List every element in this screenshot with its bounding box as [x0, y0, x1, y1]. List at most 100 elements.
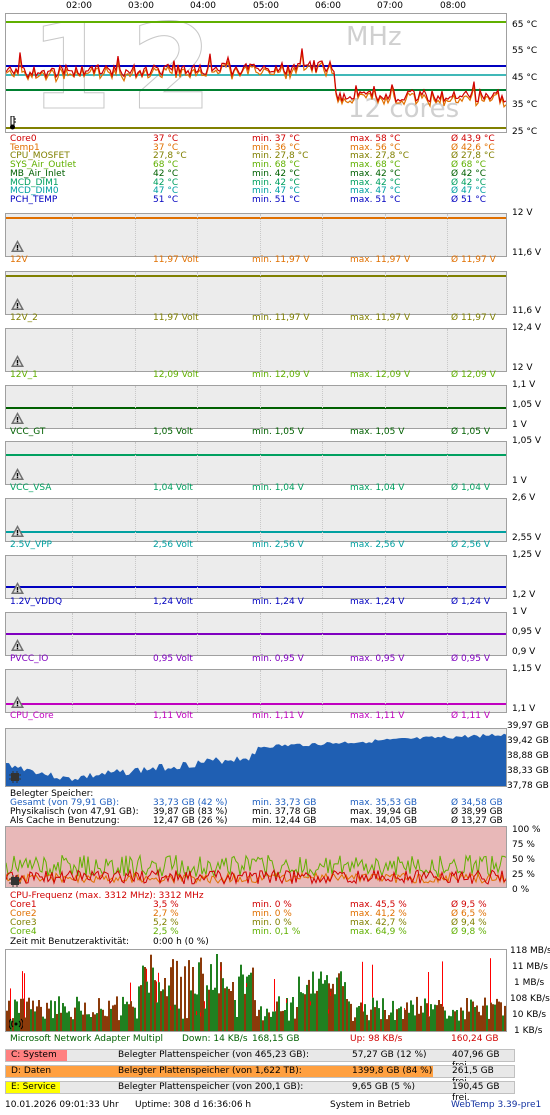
current-value: 1,24 Volt	[153, 597, 193, 607]
y-label: 25 °C	[512, 127, 538, 137]
current-value: 1,11 Volt	[153, 711, 193, 721]
max-value: max. 12,09 V	[350, 370, 411, 380]
status-uptime: Uptime: 308 d 16:36:06 h	[135, 1100, 252, 1110]
max-value: max. 64,9 %	[350, 927, 407, 937]
y-label-mid: 0,95 V	[512, 627, 542, 637]
min-value: min. 1,24 V	[252, 597, 304, 607]
voltage-graph-12v-2	[5, 271, 507, 315]
temperature-graph: 12 MHz 12 cores	[5, 13, 507, 133]
y-label: 11 MB/s	[512, 962, 548, 972]
max-value: max. 1,11 V	[350, 711, 405, 721]
drive-label: E: Service	[7, 1082, 60, 1093]
status-version[interactable]: WebTemp 3.39-pre1	[451, 1100, 541, 1110]
max-value: max. 1,05 V	[350, 427, 405, 437]
voltage-graph-12v	[5, 213, 507, 257]
y-label-top: 1,25 V	[512, 550, 542, 560]
y-label: 38,33 GB	[507, 766, 549, 776]
current-value: 0,95 Volt	[153, 654, 193, 664]
voltage-graph-2-5v-vpp	[5, 498, 507, 542]
current-value: 12,47 GB (26 %)	[153, 816, 228, 826]
min-value: min. 0,95 V	[252, 654, 304, 664]
time-label: 05:00	[253, 1, 279, 11]
warning-icon	[11, 412, 24, 424]
min-value: min. 2,56 V	[252, 540, 304, 550]
min-value: min. 1,04 V	[252, 483, 304, 493]
y-label: 75 %	[512, 840, 535, 850]
current-value: 2,5 %	[153, 927, 179, 937]
y-label-bottom: 11,6 V	[512, 248, 542, 258]
time-label: 06:00	[315, 1, 341, 11]
max-value: max. 2,56 V	[350, 540, 405, 550]
y-label-bottom: 1 V	[512, 476, 527, 486]
sensor-name: 2.5V_VPP	[10, 540, 52, 550]
min-value: min. 1,11 V	[252, 711, 304, 721]
y-label: 1 MB/s	[514, 978, 545, 988]
avg-value: Ø 1,04 V	[451, 483, 491, 493]
warning-icon	[11, 696, 24, 708]
memory-chip-icon	[9, 771, 21, 783]
sensor-name: 12V	[10, 255, 28, 265]
y-label: 35 °C	[512, 100, 538, 110]
memory-graph	[5, 728, 507, 787]
y-label-bottom: 1,1 V	[512, 704, 536, 714]
network-antenna-icon	[8, 1017, 24, 1031]
max-value: max. 11,97 V	[350, 313, 411, 323]
sensor-name: CPU_Core	[10, 711, 54, 721]
sensor-name: Als Cache in Benutzung:	[10, 816, 120, 826]
voltage-graph-12v-1	[5, 328, 507, 372]
network-graph	[5, 949, 507, 1032]
drive-label: D: Daten	[7, 1066, 56, 1077]
voltage-graph-cpu-core	[5, 669, 507, 713]
warning-icon	[11, 298, 24, 310]
sensor-name: 1.2V_VDDQ	[10, 597, 63, 607]
y-label: 37,78 GB	[507, 781, 549, 791]
network-up-total: 160,24 GB	[451, 1034, 499, 1044]
voltage-line	[6, 454, 506, 456]
warning-icon	[11, 468, 24, 480]
status-datetime: 10.01.2026 09:01:33 Uhr	[5, 1100, 119, 1110]
voltage-line	[6, 531, 506, 533]
sensor-name: 12V_2	[10, 313, 38, 323]
y-label-bottom: 12 V	[512, 363, 533, 373]
drive-row[interactable]: E: Service Belegter Plattenspeicher (von …	[5, 1081, 515, 1103]
y-label-bottom: 1 V	[512, 420, 527, 430]
current-value: 11,97 Volt	[153, 255, 199, 265]
y-label-top: 1,1 V	[512, 380, 536, 390]
warning-icon	[11, 240, 24, 252]
min-value: min. 12,44 GB	[252, 816, 317, 826]
user-activity-value: 0:00 h (0 %)	[153, 937, 209, 947]
y-label: 100 %	[512, 825, 541, 835]
voltage-line	[6, 407, 506, 409]
avg-value: Ø 51 °C	[451, 194, 487, 205]
voltage-graph-vcc-gt	[5, 385, 507, 429]
time-label: 04:00	[190, 1, 216, 11]
y-label-top: 12 V	[512, 208, 533, 218]
drive-row[interactable]: C: System Belegter Plattenspeicher (von 4…	[5, 1049, 515, 1071]
y-label-bottom: 2,55 V	[512, 533, 542, 543]
y-label: 50 %	[512, 855, 535, 865]
avg-value: Ø 1,24 V	[451, 597, 491, 607]
sensor-name: Core4	[10, 927, 37, 937]
current-value: 2,56 Volt	[153, 540, 193, 550]
drive-label: C: System	[7, 1050, 61, 1061]
avg-value: Ø 13,27 GB	[451, 816, 503, 826]
warning-icon	[11, 582, 24, 594]
avg-value: Ø 1,05 V	[451, 427, 491, 437]
y-label: 25 %	[512, 870, 535, 880]
warning-icon	[11, 355, 24, 367]
drive-row[interactable]: D: Daten Belegter Plattenspeicher (von 1,…	[5, 1065, 515, 1087]
network-up-rate: Up: 98 KB/s	[350, 1034, 403, 1044]
y-label: 1 KB/s	[514, 1026, 543, 1036]
min-value: min. 0,1 %	[252, 927, 301, 937]
voltage-line	[6, 275, 506, 277]
current-value: 12,09 Volt	[153, 370, 199, 380]
sensor-name: VCC_GT	[10, 427, 46, 437]
min-value: min. 11,97 V	[252, 313, 310, 323]
y-label: 0 %	[512, 885, 530, 895]
voltage-graph-vcc-vsa	[5, 441, 507, 485]
current-value: 11,97 Volt	[153, 313, 199, 323]
thermometer-icon	[9, 115, 16, 130]
avg-value: Ø 0,95 V	[451, 654, 491, 664]
avg-value: Ø 11,97 V	[451, 255, 496, 265]
min-value: min. 1,05 V	[252, 427, 304, 437]
